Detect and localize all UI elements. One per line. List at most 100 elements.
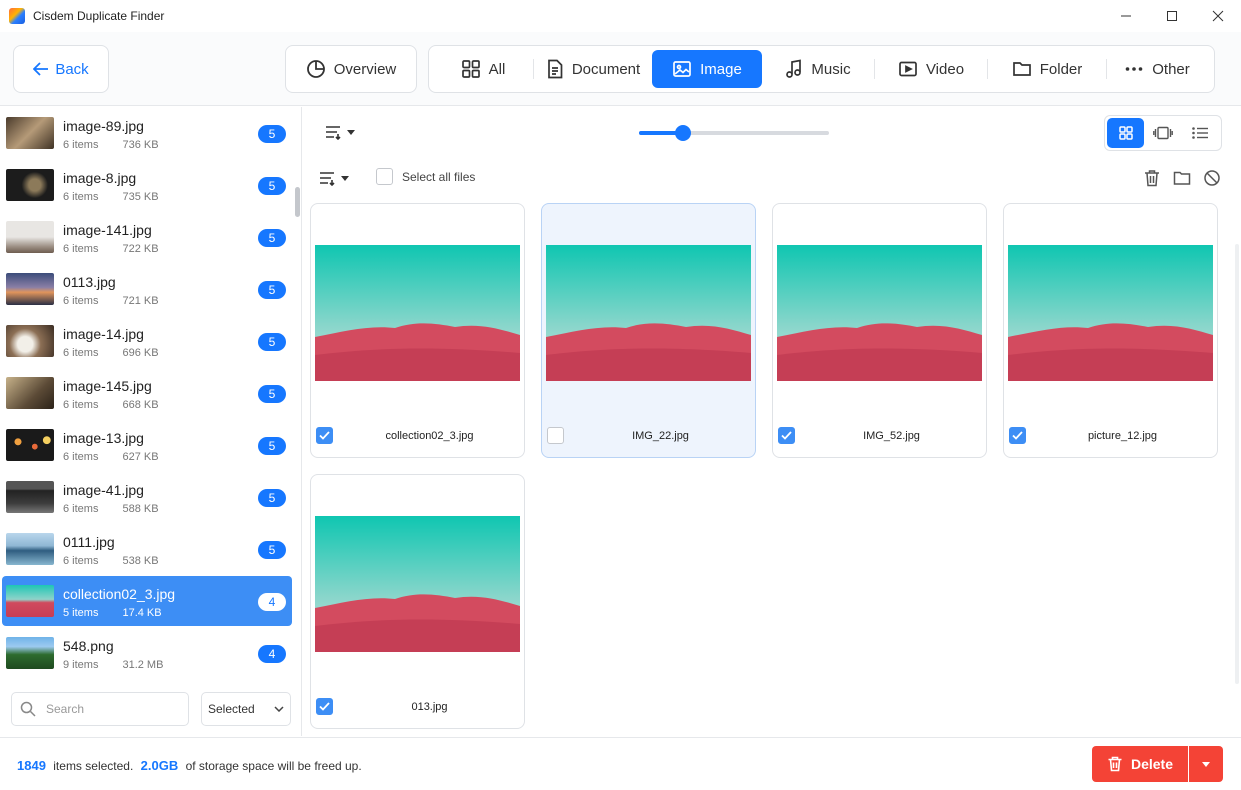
main-panel: Select all files collection02_3.jpg IMG_… <box>303 107 1241 736</box>
image-preview <box>546 245 751 381</box>
item-count: 6 items <box>63 243 99 255</box>
tab-document[interactable]: Document <box>534 50 652 88</box>
file-size: 735 KB <box>122 191 159 203</box>
tab-all[interactable]: All <box>433 50 533 88</box>
thumbnail <box>6 429 54 461</box>
image-card[interactable]: IMG_52.jpg <box>772 203 987 458</box>
count-badge: 5 <box>258 437 286 455</box>
count-badge: 5 <box>258 229 286 247</box>
file-name: 0113.jpg <box>63 274 116 290</box>
delete-options-button[interactable] <box>1189 746 1223 782</box>
file-name: image-89.jpg <box>63 118 144 134</box>
file-size: 627 KB <box>122 451 159 463</box>
card-checkbox[interactable] <box>547 427 564 444</box>
item-count: 6 items <box>63 139 99 151</box>
file-size: 736 KB <box>122 139 159 151</box>
list-item[interactable]: image-41.jpg 6 items 588 KB 5 <box>2 472 292 522</box>
list-item[interactable]: 0113.jpg 6 items 721 KB 5 <box>2 264 292 314</box>
list-item[interactable]: image-89.jpg 6 items 736 KB 5 <box>2 108 292 158</box>
arrow-left-icon <box>33 62 49 76</box>
sort-files-button[interactable] <box>319 170 349 186</box>
chevron-down-icon <box>274 706 284 712</box>
music-icon <box>786 59 802 78</box>
video-icon <box>899 61 917 77</box>
list-view-button[interactable] <box>1182 118 1219 148</box>
category-tabs: All Document Image Music Video Folder Ot… <box>428 45 1215 93</box>
file-size: 538 KB <box>122 555 159 567</box>
select-all-checkbox[interactable] <box>376 168 393 185</box>
minimize-button[interactable] <box>1103 0 1149 32</box>
selected-count-suffix: items selected. <box>53 759 134 773</box>
thumbnail <box>6 273 54 305</box>
item-count: 6 items <box>63 347 99 359</box>
card-file-name: collection02_3.jpg <box>385 430 474 442</box>
tab-label: Image <box>700 60 742 78</box>
carousel-view-button[interactable] <box>1144 118 1181 148</box>
overview-label: Overview <box>333 60 397 78</box>
back-button[interactable]: Back <box>13 45 109 93</box>
thumbnail <box>6 169 54 201</box>
overview-button[interactable]: Overview <box>285 45 417 93</box>
minimize-icon <box>1121 15 1131 17</box>
item-count: 9 items <box>63 659 99 671</box>
count-badge: 4 <box>258 593 286 611</box>
sidebar-scrollbar[interactable] <box>295 187 300 217</box>
tab-video[interactable]: Video <box>875 50 987 88</box>
close-button[interactable] <box>1195 0 1241 32</box>
tab-image[interactable]: Image <box>652 50 762 88</box>
grid-scrollbar[interactable] <box>1235 244 1239 684</box>
list-item[interactable]: 548.png 9 items 31.2 MB 4 <box>2 628 292 677</box>
trash-icon <box>1108 756 1122 772</box>
list-item[interactable]: image-141.jpg 6 items 722 KB 5 <box>2 212 292 262</box>
zoom-slider-handle[interactable] <box>674 125 691 141</box>
file-name: 0111.jpg <box>63 534 115 550</box>
list-item[interactable]: 0111.jpg 6 items 538 KB 5 <box>2 524 292 574</box>
filter-select[interactable]: Selected <box>201 692 291 726</box>
list-item[interactable]: image-8.jpg 6 items 735 KB 5 <box>2 160 292 210</box>
pie-chart-icon <box>306 60 325 78</box>
search-box <box>11 692 189 726</box>
select-all-label: Select all files <box>402 169 476 184</box>
folder-open-icon[interactable] <box>1173 169 1191 187</box>
card-file-name: IMG_22.jpg <box>632 430 689 442</box>
image-preview <box>777 245 982 381</box>
grid-view-button[interactable] <box>1107 118 1145 148</box>
select-all-control[interactable]: Select all files <box>376 168 475 185</box>
sort-menu-button[interactable] <box>325 124 355 140</box>
tab-folder[interactable]: Folder <box>988 50 1106 88</box>
image-preview <box>315 516 520 652</box>
trash-icon[interactable] <box>1143 169 1161 187</box>
file-name: image-14.jpg <box>63 326 144 342</box>
search-input[interactable] <box>46 702 166 716</box>
file-name: image-41.jpg <box>63 482 144 498</box>
item-count: 5 items <box>63 607 99 619</box>
ignore-icon[interactable] <box>1203 169 1221 187</box>
card-checkbox[interactable] <box>778 427 795 444</box>
tab-music[interactable]: Music <box>762 50 874 88</box>
image-preview <box>315 245 520 381</box>
zoom-slider[interactable] <box>639 125 829 141</box>
card-checkbox[interactable] <box>316 698 333 715</box>
tab-label: Music <box>811 60 851 78</box>
image-card[interactable]: 013.jpg <box>310 474 525 729</box>
list-item[interactable]: image-13.jpg 6 items 627 KB 5 <box>2 420 292 470</box>
image-card[interactable]: collection02_3.jpg <box>310 203 525 458</box>
title-bar: Cisdem Duplicate Finder <box>0 0 1241 32</box>
image-card[interactable]: picture_12.jpg <box>1003 203 1218 458</box>
count-badge: 4 <box>258 645 286 663</box>
tab-other[interactable]: Other <box>1107 50 1207 88</box>
list-item[interactable]: image-145.jpg 6 items 668 KB 5 <box>2 368 292 418</box>
maximize-button[interactable] <box>1149 0 1195 32</box>
image-icon <box>673 61 691 77</box>
selection-summary: 1849 items selected. 2.0GB of storage sp… <box>17 758 362 773</box>
list-item[interactable]: image-14.jpg 6 items 696 KB 5 <box>2 316 292 366</box>
item-count: 6 items <box>63 555 99 567</box>
thumbnail <box>6 221 54 253</box>
thumbnail <box>6 117 54 149</box>
delete-button[interactable]: Delete <box>1092 746 1188 782</box>
card-checkbox[interactable] <box>316 427 333 444</box>
list-item[interactable]: collection02_3.jpg 5 items 17.4 KB 4 <box>2 576 292 626</box>
close-icon <box>1212 10 1224 22</box>
image-card[interactable]: IMG_22.jpg <box>541 203 756 458</box>
card-checkbox[interactable] <box>1009 427 1026 444</box>
